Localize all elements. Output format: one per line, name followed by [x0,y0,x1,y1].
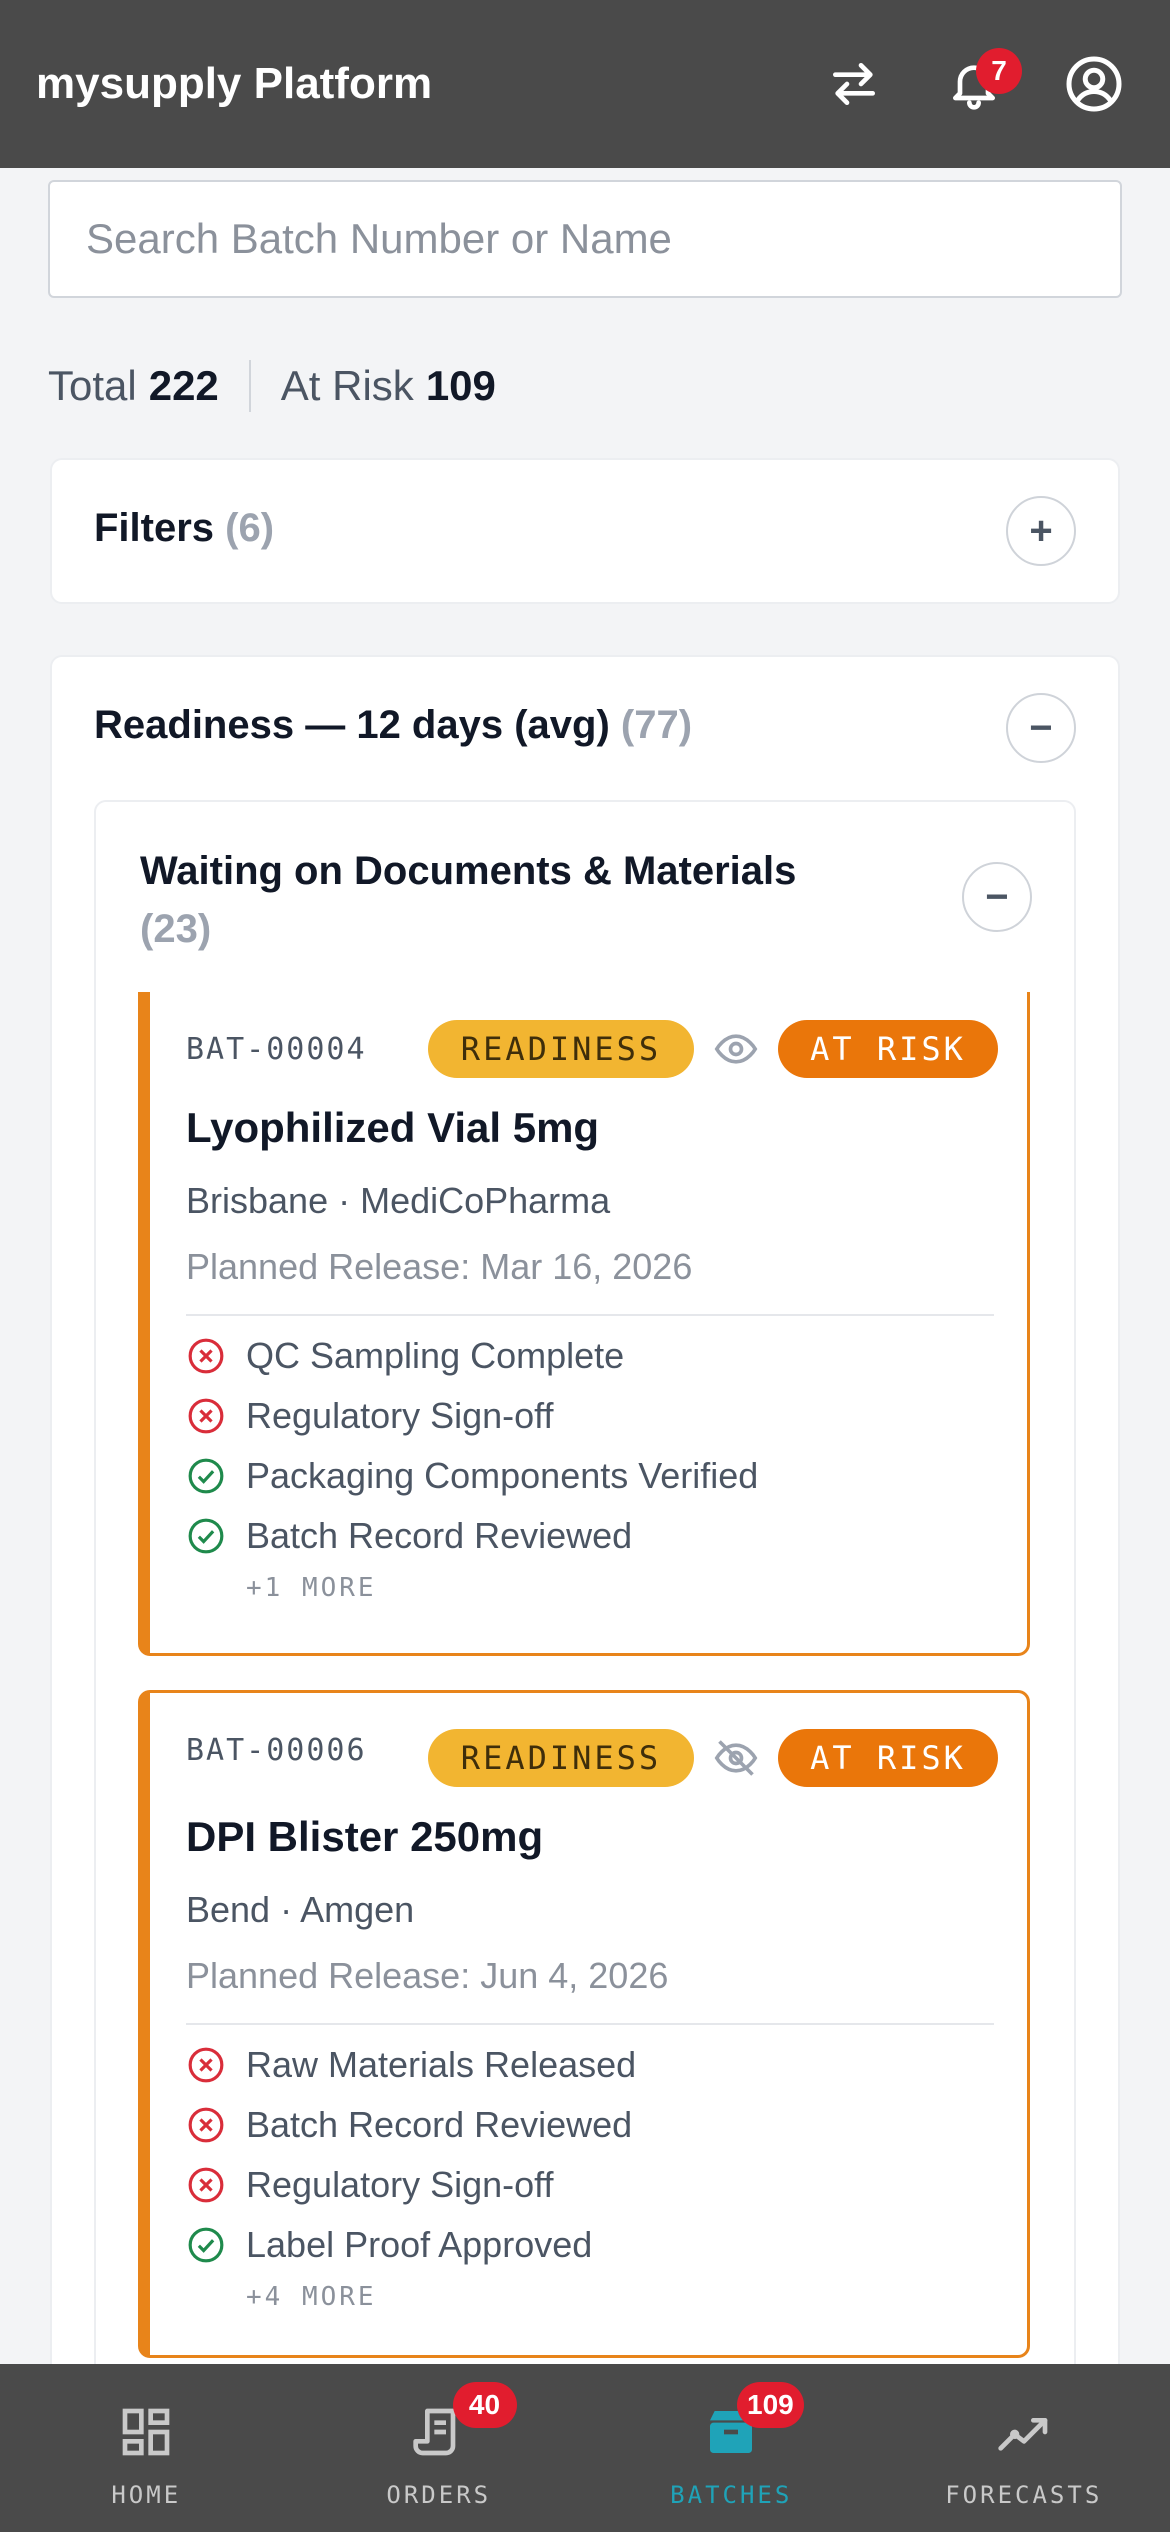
check-circle-icon [186,1456,226,1496]
batches-badge: 109 [737,2382,804,2428]
bottom-tab-bar: HOME 40 ORDERS 109 BATCHES FORECASTS [0,2364,1170,2532]
batch-id: BAT-00004 [186,1032,367,1067]
bell-icon[interactable]: 7 [934,44,1022,124]
more-items-link[interactable]: +1 MORE [246,1566,994,1610]
readiness-count: (77) [620,703,693,747]
app-title: mysupply Platform [36,59,433,108]
filters-panel[interactable]: Filters (6) + [50,458,1120,604]
checklist-label: Batch Record Reviewed [246,2104,633,2145]
collapse-group-button[interactable]: − [962,862,1032,932]
more-items-link[interactable]: +4 MORE [246,2275,994,2319]
batch-location: Brisbane · MediCoPharma [186,1180,611,1221]
at-risk-label: At Risk [280,362,414,409]
check-circle-icon [186,2225,226,2265]
batch-card[interactable]: BAT-00004 READINESS AT RISK Lyophilized … [138,992,1030,1656]
app-bar: mysupply Platform 7 [0,0,1170,168]
card-divider [186,1314,994,1316]
readiness-label: Readiness — 12 days (avg) [94,703,610,747]
checklist-label: Raw Materials Released [246,2044,637,2085]
status-badge: AT RISK [778,1020,998,1078]
checklist-item: Packaging Components Verified [186,1446,994,1506]
batch-location: Bend · Amgen [186,1889,415,1930]
batch-name: Lyophilized Vial 5mg [186,1104,600,1151]
account-icon[interactable] [1054,44,1134,124]
orders-badge: 40 [452,2382,517,2428]
status-badge: AT RISK [778,1729,998,1787]
batch-card[interactable]: BAT-00006 READINESS AT RISK DPI Blister … [138,1690,1030,2358]
checklist-item: QC Sampling Complete [186,1326,994,1386]
tab-label: HOME [111,2481,182,2509]
checklist-label: Regulatory Sign-off [246,1395,554,1436]
tab-forecasts[interactable]: FORECASTS [878,2364,1170,2532]
tab-label: BATCHES [670,2481,793,2509]
checklist-item: Regulatory Sign-off [186,2155,994,2215]
tab-home[interactable]: HOME [0,2364,293,2532]
group-count: (23) [140,907,212,951]
x-circle-icon [186,2045,226,2085]
checklist-label: Label Proof Approved [246,2224,593,2265]
batch-list-screen[interactable]: Total 222 At Risk 109 Filters (6) + Read… [0,168,1170,2364]
collapse-readiness-button[interactable]: − [1006,693,1076,763]
checklist-item: Label Proof Approved [186,2215,994,2275]
tab-label: ORDERS [386,2481,492,2509]
phase-badge: READINESS [428,1020,694,1078]
planned-release: Planned Release: Mar 16, 2026 [186,1246,693,1287]
x-circle-icon [186,2105,226,2145]
checklist-label: Packaging Components Verified [246,1455,759,1496]
tab-batches[interactable]: 109 BATCHES [585,2364,878,2532]
dashboard-icon [118,2404,174,2465]
checklist-item: Raw Materials Released [186,2035,994,2095]
filters-label: Filters [94,506,215,550]
checklist-item: Batch Record Reviewed [186,1506,994,1566]
checklist: Raw Materials Released Batch Record Revi… [186,2035,994,2319]
at-risk-value: 109 [425,362,496,409]
checklist-item: Batch Record Reviewed [186,2095,994,2155]
group-title: Waiting on Documents & Materials (23) [140,842,920,958]
check-circle-icon [186,1516,226,1556]
batch-id: BAT-00006 [186,1733,367,1768]
planned-release: Planned Release: Jun 4, 2026 [186,1955,669,1996]
swap-icon[interactable] [814,44,894,124]
batch-name: DPI Blister 250mg [186,1813,544,1860]
totals-summary: Total 222 At Risk 109 [48,346,496,426]
tab-orders[interactable]: 40 ORDERS [293,2364,586,2532]
x-circle-icon [186,1396,226,1436]
phase-badge: READINESS [428,1729,694,1787]
notification-badge: 7 [976,48,1022,94]
card-divider [186,2023,994,2025]
group-label: Waiting on Documents & Materials [140,849,797,893]
filters-count: (6) [225,506,275,550]
total-value: 222 [148,362,219,409]
eye-off-icon[interactable] [712,1734,760,1782]
divider [248,360,251,412]
x-circle-icon [186,1336,226,1376]
readiness-title: Readiness — 12 days (avg) (77) [94,703,692,748]
trend-icon [994,2404,1054,2465]
checklist-item: Regulatory Sign-off [186,1386,994,1446]
checklist-label: Batch Record Reviewed [246,1515,633,1556]
status-group: Waiting on Documents & Materials (23) − … [94,800,1076,2364]
filters-title: Filters (6) [94,506,274,551]
search-input[interactable] [48,180,1122,298]
expand-filters-button[interactable]: + [1006,496,1076,566]
eye-icon[interactable] [712,1025,760,1073]
tab-label: FORECASTS [945,2481,1103,2509]
checklist-label: QC Sampling Complete [246,1335,625,1376]
total-label: Total [48,362,137,409]
checklist: QC Sampling Complete Regulatory Sign-off… [186,1326,994,1610]
checklist-label: Regulatory Sign-off [246,2164,554,2205]
x-circle-icon [186,2165,226,2205]
